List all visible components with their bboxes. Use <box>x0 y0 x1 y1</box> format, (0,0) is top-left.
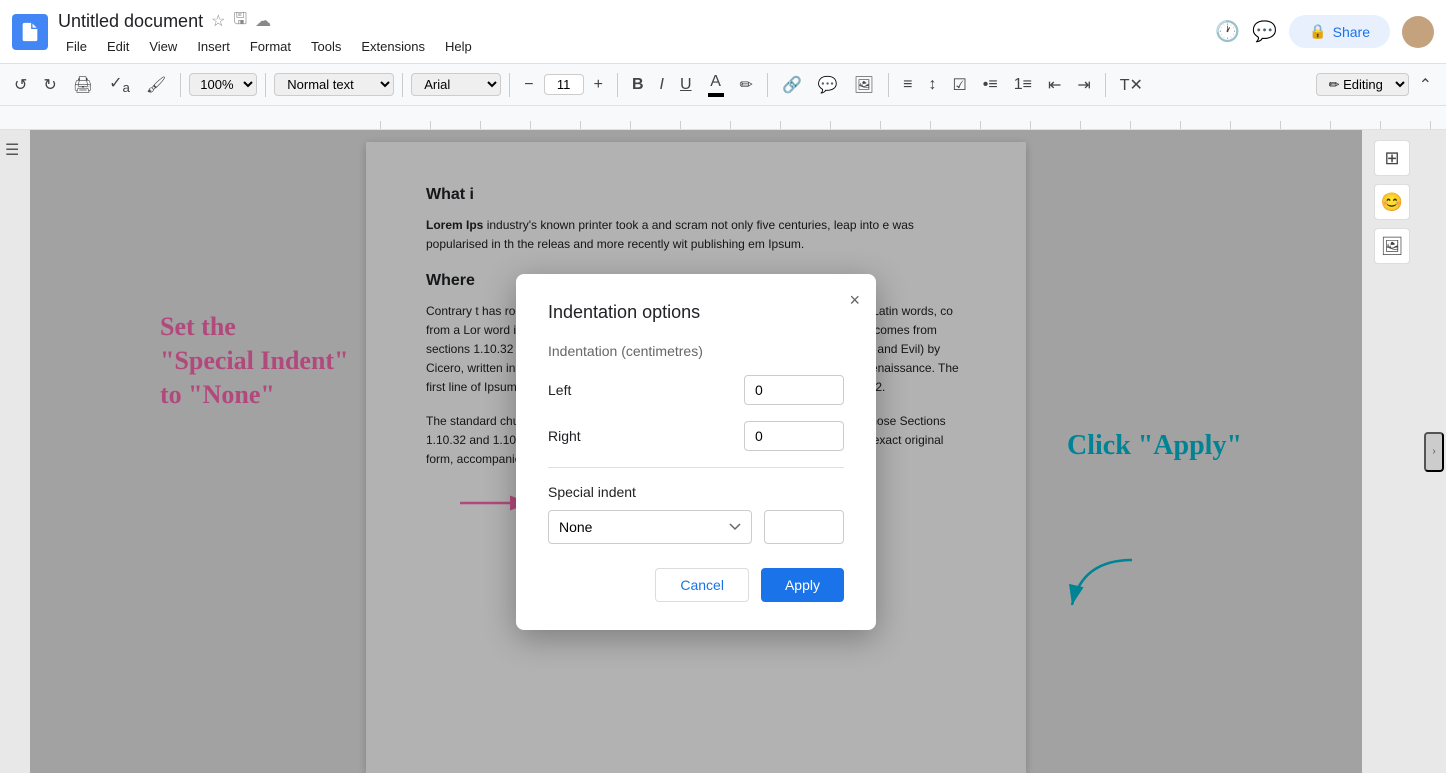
modal-title: Indentation options <box>548 302 844 323</box>
editing-mode-select[interactable]: ✏ Editing <box>1316 73 1409 96</box>
bullet-list-button[interactable]: •≡ <box>977 72 1004 98</box>
left-indent-label: Left <box>548 382 571 398</box>
link-button[interactable]: 🔗 <box>776 71 808 99</box>
special-indent-row: None First line Hanging <box>548 510 844 544</box>
special-indent-select[interactable]: None First line Hanging <box>548 510 752 544</box>
share-button[interactable]: 🔒 Share <box>1289 15 1390 48</box>
special-indent-value-input[interactable] <box>764 510 844 544</box>
sep2 <box>265 73 266 97</box>
comment-button[interactable]: 💬 <box>812 71 844 99</box>
spellcheck-button[interactable]: ✓a <box>103 69 136 99</box>
right-edge-button[interactable]: › <box>1424 432 1444 472</box>
font-select[interactable]: Arial <box>411 73 501 96</box>
checklist-button[interactable]: ☑ <box>946 71 972 99</box>
expand-button[interactable]: ⌃ <box>1413 71 1438 99</box>
menu-edit[interactable]: Edit <box>99 37 137 56</box>
sep1 <box>180 73 181 97</box>
right-sidebar: ⊞ 😊 🖼 <box>1362 130 1422 773</box>
left-indent-input[interactable] <box>744 375 844 405</box>
toolbar: ↺ ↻ 🖨 ✓a 🖌 100% Normal text Arial − + B … <box>0 64 1446 106</box>
special-indent-label: Special indent <box>548 484 844 500</box>
sep6 <box>767 73 768 97</box>
modal-buttons: Cancel Apply <box>548 568 844 602</box>
undo-button[interactable]: ↺ <box>8 71 33 99</box>
chat-icon[interactable]: 💬 <box>1252 19 1277 44</box>
font-color-button[interactable]: A <box>702 69 730 101</box>
sep8 <box>1105 73 1106 97</box>
top-right: 🕐 💬 🔒 Share <box>1215 15 1434 48</box>
font-size-decrease[interactable]: − <box>518 72 539 98</box>
sep5 <box>617 73 618 97</box>
ruler-content <box>380 106 1446 129</box>
menu-bar: File Edit View Insert Format Tools Exten… <box>58 37 1215 56</box>
ruler <box>0 106 1446 130</box>
top-bar: Untitled document ☆ 🖫 ☁ File Edit View I… <box>0 0 1446 64</box>
bold-button[interactable]: B <box>626 72 650 98</box>
image-sidebar-button[interactable]: 🖼 <box>1374 228 1410 264</box>
sep3 <box>402 73 403 97</box>
image-button[interactable]: 🖼 <box>848 71 880 99</box>
align-button[interactable]: ≡ <box>897 72 918 98</box>
menu-file[interactable]: File <box>58 37 95 56</box>
main-content: ☰ What i Lorem Ips industry's known prin… <box>0 130 1446 773</box>
indent-less-button[interactable]: ⇤ <box>1042 71 1067 99</box>
zoom-select[interactable]: 100% <box>189 73 257 96</box>
right-indent-label: Right <box>548 428 581 444</box>
apply-button[interactable]: Apply <box>761 568 844 602</box>
left-margin: ☰ <box>0 130 30 773</box>
cloud-icon: ☁ <box>255 11 271 31</box>
indentation-modal: Indentation options × Indentation (centi… <box>516 274 876 630</box>
underline-button[interactable]: U <box>674 72 698 98</box>
numbered-list-button[interactable]: 1≡ <box>1008 72 1038 98</box>
modal-overlay: Indentation options × Indentation (centi… <box>30 130 1362 773</box>
line-spacing-button[interactable]: ↕ <box>922 72 942 98</box>
left-indent-row: Left <box>548 375 844 405</box>
sep4 <box>509 73 510 97</box>
print-button[interactable]: 🖨 <box>67 71 99 99</box>
page-outline-icon[interactable]: ☰ <box>5 140 19 160</box>
font-size-increase[interactable]: + <box>588 72 609 98</box>
doc-area: What i Lorem Ips industry's known printe… <box>30 130 1362 773</box>
right-edge: › <box>1422 130 1446 773</box>
modal-divider <box>548 467 844 468</box>
share-lock-icon: 🔒 <box>1309 23 1326 40</box>
paint-format-button[interactable]: 🖌 <box>140 71 172 99</box>
sep7 <box>888 73 889 97</box>
emoji-sidebar-button[interactable]: 😊 <box>1374 184 1410 220</box>
modal-section-label: Indentation (centimetres) <box>548 343 844 359</box>
menu-extensions[interactable]: Extensions <box>353 37 433 56</box>
menu-help[interactable]: Help <box>437 37 480 56</box>
doc-icon <box>12 14 48 50</box>
right-indent-row: Right <box>548 421 844 451</box>
add-sidebar-button[interactable]: ⊞ <box>1374 140 1410 176</box>
share-label: Share <box>1333 24 1370 40</box>
indent-more-button[interactable]: ⇥ <box>1071 71 1096 99</box>
styles-select[interactable]: Normal text <box>274 73 394 96</box>
doc-title-area: Untitled document ☆ 🖫 ☁ File Edit View I… <box>58 8 1215 56</box>
modal-close-button[interactable]: × <box>849 290 860 311</box>
clear-format-button[interactable]: T✕ <box>1114 71 1149 99</box>
menu-view[interactable]: View <box>141 37 185 56</box>
right-indent-input[interactable] <box>744 421 844 451</box>
menu-format[interactable]: Format <box>242 37 299 56</box>
drive-icon: 🖫 <box>233 8 247 35</box>
font-size-input[interactable] <box>544 74 584 95</box>
menu-insert[interactable]: Insert <box>189 37 238 56</box>
menu-tools[interactable]: Tools <box>303 37 349 56</box>
cancel-button[interactable]: Cancel <box>655 568 749 602</box>
redo-button[interactable]: ↻ <box>37 71 62 99</box>
history-icon[interactable]: 🕐 <box>1215 19 1240 44</box>
doc-title[interactable]: Untitled document <box>58 11 203 32</box>
italic-button[interactable]: I <box>654 72 670 98</box>
highlight-button[interactable]: ✏ <box>734 71 759 99</box>
avatar[interactable] <box>1402 16 1434 48</box>
star-icon[interactable]: ☆ <box>211 11 225 31</box>
